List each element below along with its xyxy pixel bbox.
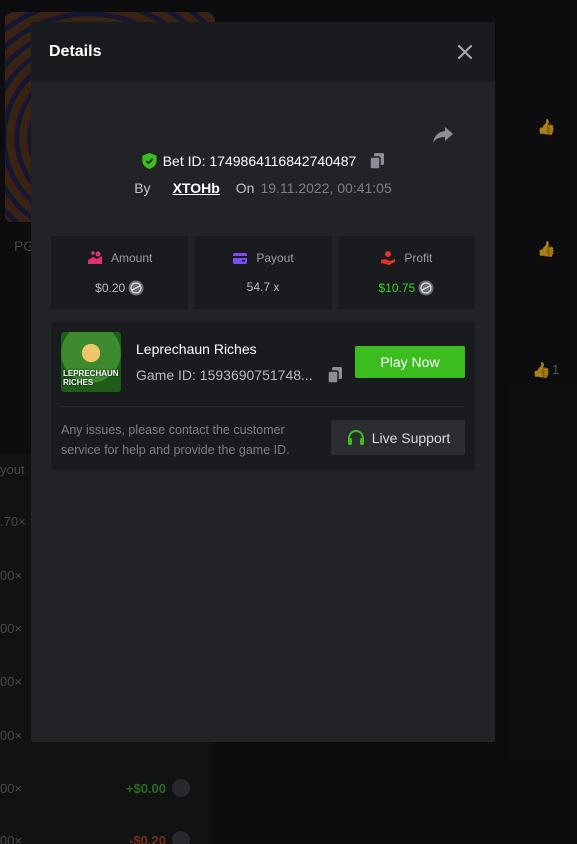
bet-details-modal: Details Bet ID: 1749864116842740487 By X… xyxy=(31,22,495,742)
hand-coin-icon xyxy=(381,251,396,265)
stat-profit: Profit $10.75 xyxy=(337,236,475,309)
help-text: Any issues, please contact the customer … xyxy=(61,423,290,457)
live-support-label: Live Support xyxy=(371,429,451,446)
bet-stats: Amount $0.20 Payout 54.7 x Profit $10.75 xyxy=(51,236,475,309)
stat-amount: Amount $0.20 xyxy=(51,236,189,309)
coin-icon xyxy=(418,280,434,296)
game-thumbnail[interactable]: LEPRECHAUN RICHES xyxy=(61,332,121,392)
coins-icon xyxy=(87,251,102,264)
stat-payout-label: Payout xyxy=(256,251,294,265)
game-name: Leprechaun Riches xyxy=(136,341,257,357)
close-icon[interactable] xyxy=(453,40,477,64)
modal-header: Details xyxy=(31,22,495,82)
modal-title: Details xyxy=(49,43,102,60)
wallet-icon xyxy=(233,253,248,264)
by-label: By xyxy=(134,180,151,196)
bet-id-row: Bet ID: 1749864116842740487 xyxy=(31,153,495,169)
coin-icon xyxy=(128,280,144,296)
bet-date: 19.11.2022, 00:41:05 xyxy=(260,180,392,196)
divider xyxy=(61,406,465,407)
stat-payout-value: 54.7 x xyxy=(246,280,280,294)
headset-icon xyxy=(347,429,364,445)
play-now-button[interactable]: Play Now xyxy=(355,346,465,378)
stat-payout: Payout 54.7 x xyxy=(194,236,332,309)
game-thumbnail-logo: LEPRECHAUN RICHES xyxy=(63,369,119,387)
copy-icon[interactable] xyxy=(328,367,342,383)
stat-amount-label: Amount xyxy=(110,251,153,265)
username-link[interactable]: XTOHb xyxy=(173,180,220,196)
stat-profit-label: Profit xyxy=(404,251,433,265)
stat-profit-value: $10.75 xyxy=(378,281,416,295)
bet-id: Bet ID: 1749864116842740487 xyxy=(162,153,357,169)
shield-check-icon xyxy=(142,153,157,169)
game-card: LEPRECHAUN RICHES Leprechaun Riches Game… xyxy=(51,322,475,470)
copy-icon[interactable] xyxy=(370,153,385,169)
bet-meta-row: By XTOHb On 19.11.2022, 00:41:05 xyxy=(31,180,495,196)
live-support-button[interactable]: Live Support xyxy=(331,420,465,455)
share-icon[interactable] xyxy=(431,122,455,146)
stat-amount-value: $0.20 xyxy=(95,281,126,295)
on-label: On xyxy=(235,180,255,196)
game-id: Game ID: 1593690751748... xyxy=(136,367,313,383)
